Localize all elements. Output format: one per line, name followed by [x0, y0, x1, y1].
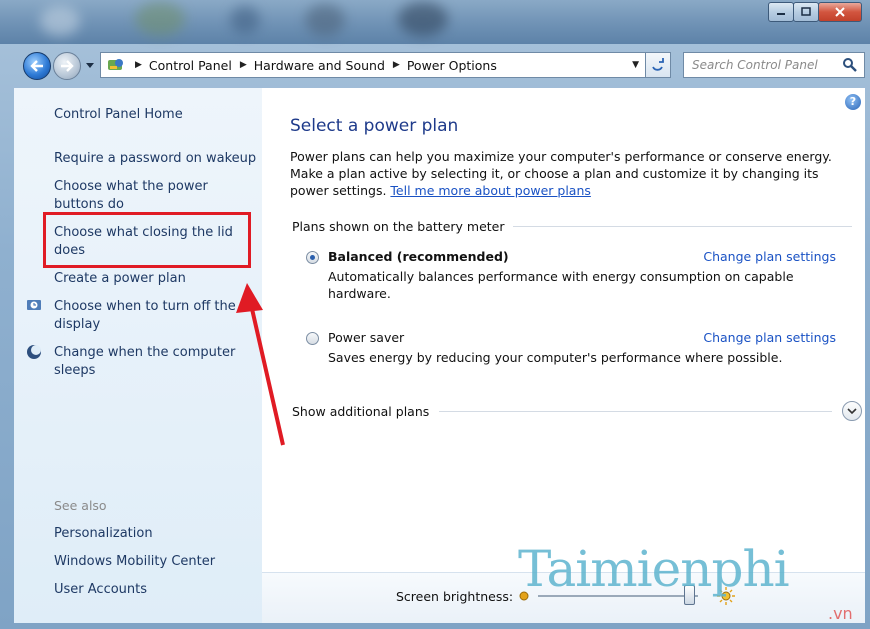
sidebar-turn-off-display[interactable]: Choose when to turn off the display [54, 298, 244, 334]
address-dropdown-icon[interactable]: ▼ [632, 60, 639, 70]
brightness-label: Screen brightness: [396, 589, 514, 604]
crumb-control-panel[interactable]: Control Panel [149, 58, 232, 73]
address-bar[interactable]: ▶ Control Panel ▶ Hardware and Sound ▶ P… [100, 52, 670, 78]
plan-power-saver-change-link[interactable]: Change plan settings [703, 330, 836, 345]
plan-balanced-desc: Automatically balances performance with … [328, 269, 794, 301]
plans-group-header: Plans shown on the battery meter [292, 219, 852, 234]
plan-power-saver-desc: Saves energy by reducing your computer's… [328, 350, 783, 365]
plans-group-label: Plans shown on the battery meter [292, 219, 505, 234]
show-additional-plans-label[interactable]: Show additional plans [292, 404, 429, 419]
recent-pages-icon[interactable] [85, 60, 95, 70]
minimize-button[interactable] [768, 2, 794, 22]
sidebar-user-accounts[interactable]: User Accounts [54, 581, 147, 599]
sidebar-require-password[interactable]: Require a password on wakeup [54, 150, 259, 168]
close-button[interactable] [818, 2, 862, 22]
help-icon[interactable]: ? [845, 94, 861, 110]
display-clock-icon [27, 300, 41, 310]
plan-power-saver-radio[interactable] [306, 332, 319, 345]
window-frame: ▶ Control Panel ▶ Hardware and Sound ▶ P… [0, 0, 870, 629]
plan-balanced-radio[interactable] [306, 251, 319, 264]
search-box[interactable] [683, 52, 865, 78]
sidebar-power-buttons[interactable]: Choose what the power buttons do [54, 178, 219, 214]
search-input[interactable] [692, 58, 832, 72]
search-icon[interactable] [842, 57, 858, 73]
plan-power-saver-name[interactable]: Power saver [328, 330, 404, 345]
close-icon [835, 7, 845, 17]
forward-button[interactable] [53, 52, 81, 80]
page-description: Power plans can help you maximize your c… [290, 148, 860, 199]
refresh-icon [652, 58, 664, 71]
crumb-power-options[interactable]: Power Options [407, 58, 497, 73]
maximize-button[interactable] [793, 2, 819, 22]
watermark-suffix: .vn [828, 604, 853, 623]
chevron-right-icon[interactable]: ▶ [240, 60, 247, 70]
control-panel-icon [105, 55, 127, 75]
crumb-hardware-sound[interactable]: Hardware and Sound [254, 58, 385, 73]
title-bar[interactable] [0, 0, 870, 44]
plan-balanced-name[interactable]: Balanced (recommended) [328, 249, 509, 264]
sidebar-create-plan[interactable]: Create a power plan [54, 270, 186, 288]
highlight-box [43, 212, 251, 268]
group-divider [512, 226, 852, 227]
moon-sleep-icon [27, 345, 41, 359]
sidebar: Control Panel Home Require a password on… [14, 88, 262, 623]
watermark-logo: Taimienphi [518, 540, 790, 598]
maximize-icon [801, 7, 811, 16]
chevron-down-icon [847, 408, 857, 415]
forward-arrow-icon [61, 60, 74, 72]
expand-button[interactable] [842, 401, 862, 421]
sidebar-personalization[interactable]: Personalization [54, 525, 153, 543]
caption-buttons [768, 2, 862, 24]
chevron-right-icon[interactable]: ▶ [135, 60, 142, 70]
sidebar-control-panel-home[interactable]: Control Panel Home [54, 106, 183, 124]
sidebar-mobility-center[interactable]: Windows Mobility Center [54, 553, 215, 571]
back-arrow-icon [30, 60, 43, 72]
learn-more-link[interactable]: Tell me more about power plans [390, 183, 590, 198]
sidebar-computer-sleeps[interactable]: Change when the computer sleeps [54, 344, 244, 380]
see-also-label: See also [54, 498, 107, 513]
more-divider [439, 410, 832, 412]
page-title: Select a power plan [290, 116, 459, 136]
breadcrumb: ▶ Control Panel ▶ Hardware and Sound ▶ P… [127, 58, 497, 73]
back-button[interactable] [23, 52, 51, 80]
refresh-button[interactable] [645, 52, 671, 78]
minimize-icon [777, 13, 785, 15]
plan-balanced-change-link[interactable]: Change plan settings [703, 249, 836, 264]
chevron-right-icon[interactable]: ▶ [393, 60, 400, 70]
show-additional-plans[interactable]: Show additional plans [292, 401, 862, 421]
